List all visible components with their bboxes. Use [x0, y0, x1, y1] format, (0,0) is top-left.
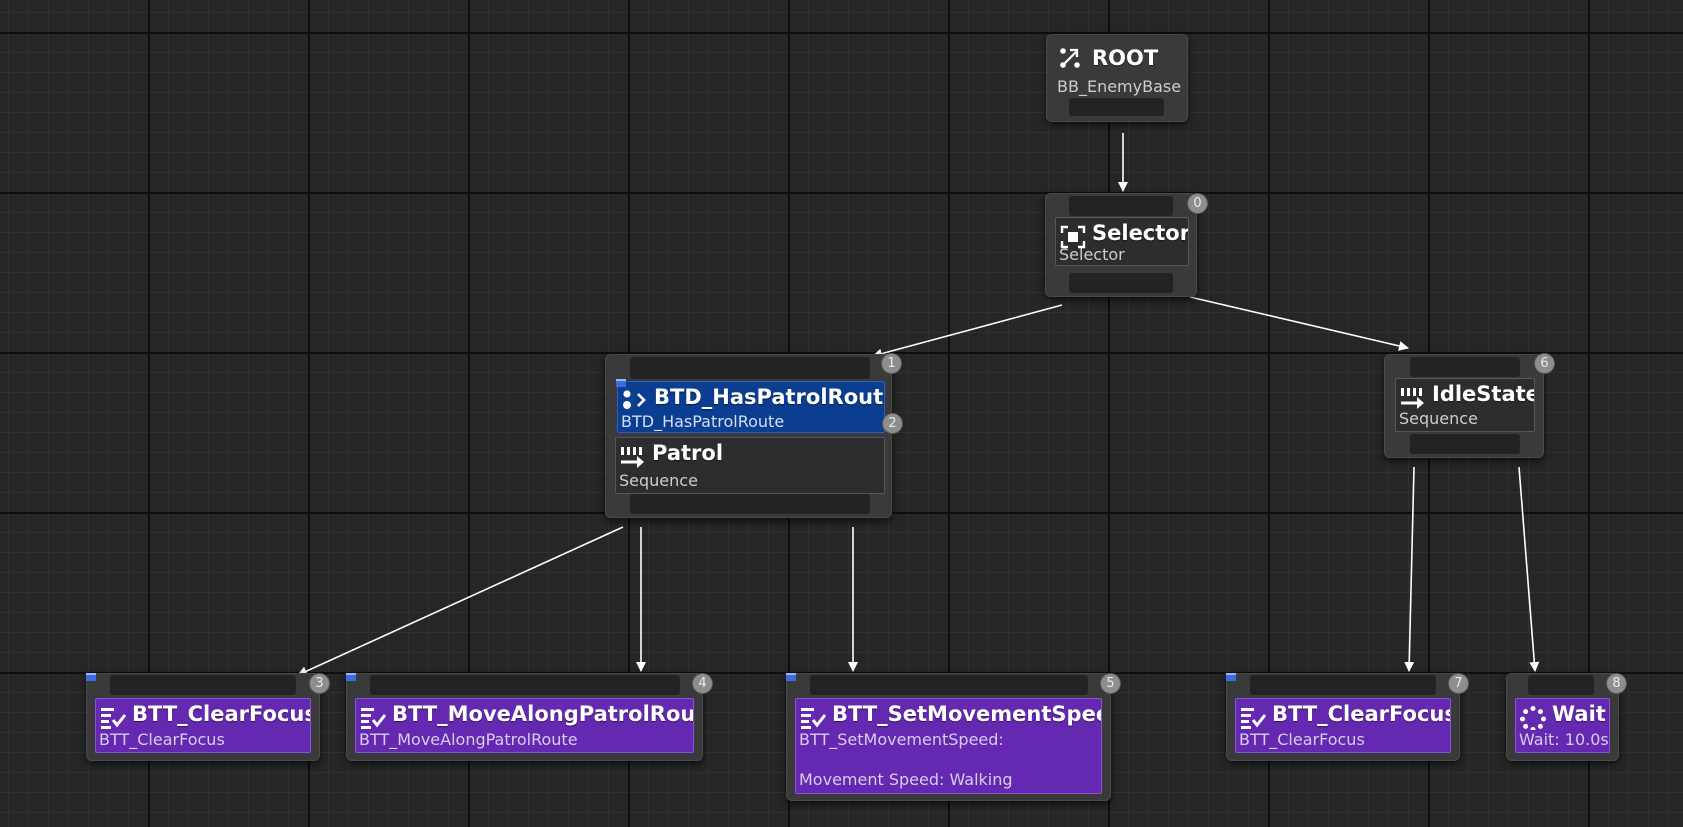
task-title: BTT_SetMovementSpeed [832, 702, 1102, 726]
task-subtitle: BTT_SetMovementSpeed: [799, 730, 1004, 749]
patrol-subtitle: Sequence [619, 471, 698, 490]
selector-card: Selector Selector [1055, 217, 1189, 266]
patrol-title: Patrol [652, 441, 724, 465]
task-title: BTT_ClearFocus [132, 702, 311, 726]
task-card: BTT_SetMovementSpeed BTT_SetMovementSpee… [795, 698, 1102, 794]
decorator-marker-icon [86, 673, 96, 681]
task-title: Wait [1552, 702, 1606, 726]
task-card: BTT_ClearFocus BTT_ClearFocus [1235, 698, 1451, 753]
sequence-icon [1400, 386, 1426, 410]
wire-idle-task8 [1518, 466, 1540, 672]
task-card: Wait Wait: 10.0s [1515, 698, 1610, 753]
task-input-pin[interactable] [810, 675, 1088, 695]
task-index-badge: 4 [693, 674, 712, 693]
wire-selector-idle [1189, 296, 1409, 351]
task-subtitle: BTT_ClearFocus [1239, 730, 1365, 749]
decorator-icon [622, 389, 648, 413]
wire-selector-patrol [872, 304, 1063, 359]
patrol-output-pin[interactable] [630, 494, 870, 514]
task-subtitle: Wait: 10.0s [1519, 730, 1609, 749]
idle-input-pin[interactable] [1410, 357, 1520, 377]
task-input-pin[interactable] [1528, 675, 1594, 695]
task-icon [800, 706, 826, 730]
root-title: ROOT [1092, 46, 1159, 70]
idle-card: IdleState Sequence [1395, 378, 1535, 432]
task-index-badge: 7 [1449, 674, 1468, 693]
root-node[interactable]: ROOT BB_EnemyBase [1046, 34, 1188, 122]
task-subtitle: BTT_ClearFocus [99, 730, 225, 749]
task-setmovementspeed-node[interactable]: BTT_SetMovementSpeed BTT_SetMovementSpee… [786, 673, 1111, 801]
wire-idle-task7 [1404, 466, 1415, 672]
task-clearfocus-node[interactable]: BTT_ClearFocus BTT_ClearFocus [86, 673, 320, 761]
idle-title: IdleState [1432, 382, 1535, 406]
selector-node[interactable]: Selector Selector [1045, 193, 1197, 297]
wait-icon [1520, 706, 1546, 730]
decorator-marker-icon [786, 673, 796, 681]
patrol-node[interactable]: BTD_HasPatrolRoute BTD_HasPatrolRoute Pa… [605, 354, 892, 518]
task-wait-node[interactable]: Wait Wait: 10.0s [1506, 673, 1619, 761]
decorator-title: BTD_HasPatrolRoute [654, 385, 885, 409]
selector-index-badge: 0 [1188, 194, 1207, 213]
task-clearfocus-node[interactable]: BTT_ClearFocus BTT_ClearFocus [1226, 673, 1460, 761]
task-title: BTT_MoveAlongPatrolRoute [392, 702, 694, 726]
selector-output-pin[interactable] [1069, 273, 1173, 293]
decorator-marker-icon [346, 673, 356, 681]
idle-index-badge: 6 [1535, 354, 1554, 373]
root-output-pin[interactable] [1069, 98, 1164, 116]
task-detail: Movement Speed: Walking [799, 770, 1013, 789]
task-input-pin[interactable] [370, 675, 680, 695]
task-index-badge: 8 [1607, 674, 1626, 693]
decorator-marker-icon [616, 379, 626, 387]
selector-title: Selector [1092, 221, 1189, 245]
task-title: BTT_ClearFocus [1272, 702, 1451, 726]
patrol-card: Patrol Sequence [615, 437, 885, 494]
task-input-pin[interactable] [110, 675, 296, 695]
decorator-subtitle: BTD_HasPatrolRoute [621, 412, 785, 431]
sequence-icon [620, 445, 646, 469]
root-subtitle: BB_EnemyBase [1057, 77, 1182, 96]
task-card: BTT_MoveAlongPatrolRoute BTT_MoveAlongPa… [355, 698, 694, 753]
selector-subtitle: Selector [1059, 245, 1125, 264]
idle-output-pin[interactable] [1410, 434, 1520, 454]
patrol-index-badge: 1 [882, 354, 901, 373]
decorator-card[interactable]: BTD_HasPatrolRoute BTD_HasPatrolRoute [617, 381, 885, 433]
task-index-badge: 5 [1101, 674, 1120, 693]
task-index-badge: 3 [310, 674, 329, 693]
task-subtitle: BTT_MoveAlongPatrolRoute [359, 730, 578, 749]
task-icon [100, 706, 126, 730]
idle-subtitle: Sequence [1399, 409, 1478, 428]
selector-input-pin[interactable] [1069, 196, 1173, 216]
decorator-index-badge: 2 [883, 414, 902, 433]
idle-node[interactable]: IdleState Sequence [1384, 354, 1544, 458]
task-movealongpatrolroute-node[interactable]: BTT_MoveAlongPatrolRoute BTT_MoveAlongPa… [346, 673, 703, 761]
task-input-pin[interactable] [1250, 675, 1436, 695]
task-card: BTT_ClearFocus BTT_ClearFocus [95, 698, 311, 753]
patrol-input-pin[interactable] [630, 357, 870, 379]
decorator-marker-icon [1226, 673, 1236, 681]
task-icon [360, 706, 386, 730]
branch-icon [1058, 46, 1084, 70]
wire-patrol-task3 [297, 526, 624, 676]
task-icon [1240, 706, 1266, 730]
